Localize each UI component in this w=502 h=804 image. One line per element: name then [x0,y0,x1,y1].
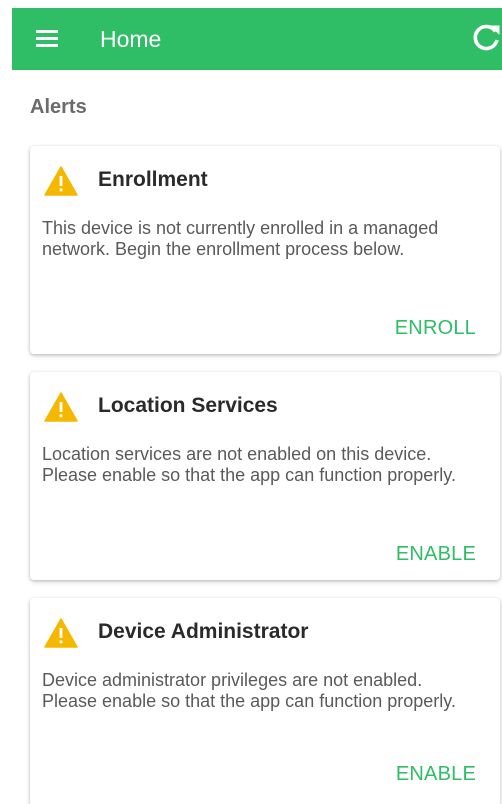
app-title: Home [100,26,162,52]
refresh-icon[interactable] [470,22,502,54]
alerts-section-title: Alerts [30,96,87,118]
alert-title: Enrollment [98,168,208,191]
alert-message: This device is not currently enrolled in… [42,218,439,259]
alert-card-location-services: Location Services Location services are … [30,372,500,580]
alert-title: Device Administrator [98,620,309,643]
alert-title: Location Services [98,394,278,417]
alert-card-enrollment: Enrollment This device is not currently … [30,146,500,354]
warning-icon [44,392,78,422]
alert-card-device-administrator: Device Administrator Device administrato… [30,598,500,804]
alert-message: Device administrator privileges are not … [42,670,456,711]
menu-icon[interactable] [36,30,58,48]
alert-message: Location services are not enabled on thi… [42,444,456,485]
home-screen: Home Alerts Enrollment This device is no… [0,0,502,804]
enable-location-button[interactable]: ENABLE [396,543,476,566]
enroll-button[interactable]: ENROLL [395,317,476,340]
warning-icon [44,618,78,648]
app-bar: Home [12,8,502,70]
enable-device-admin-button[interactable]: ENABLE [396,763,476,786]
warning-icon [44,166,78,196]
